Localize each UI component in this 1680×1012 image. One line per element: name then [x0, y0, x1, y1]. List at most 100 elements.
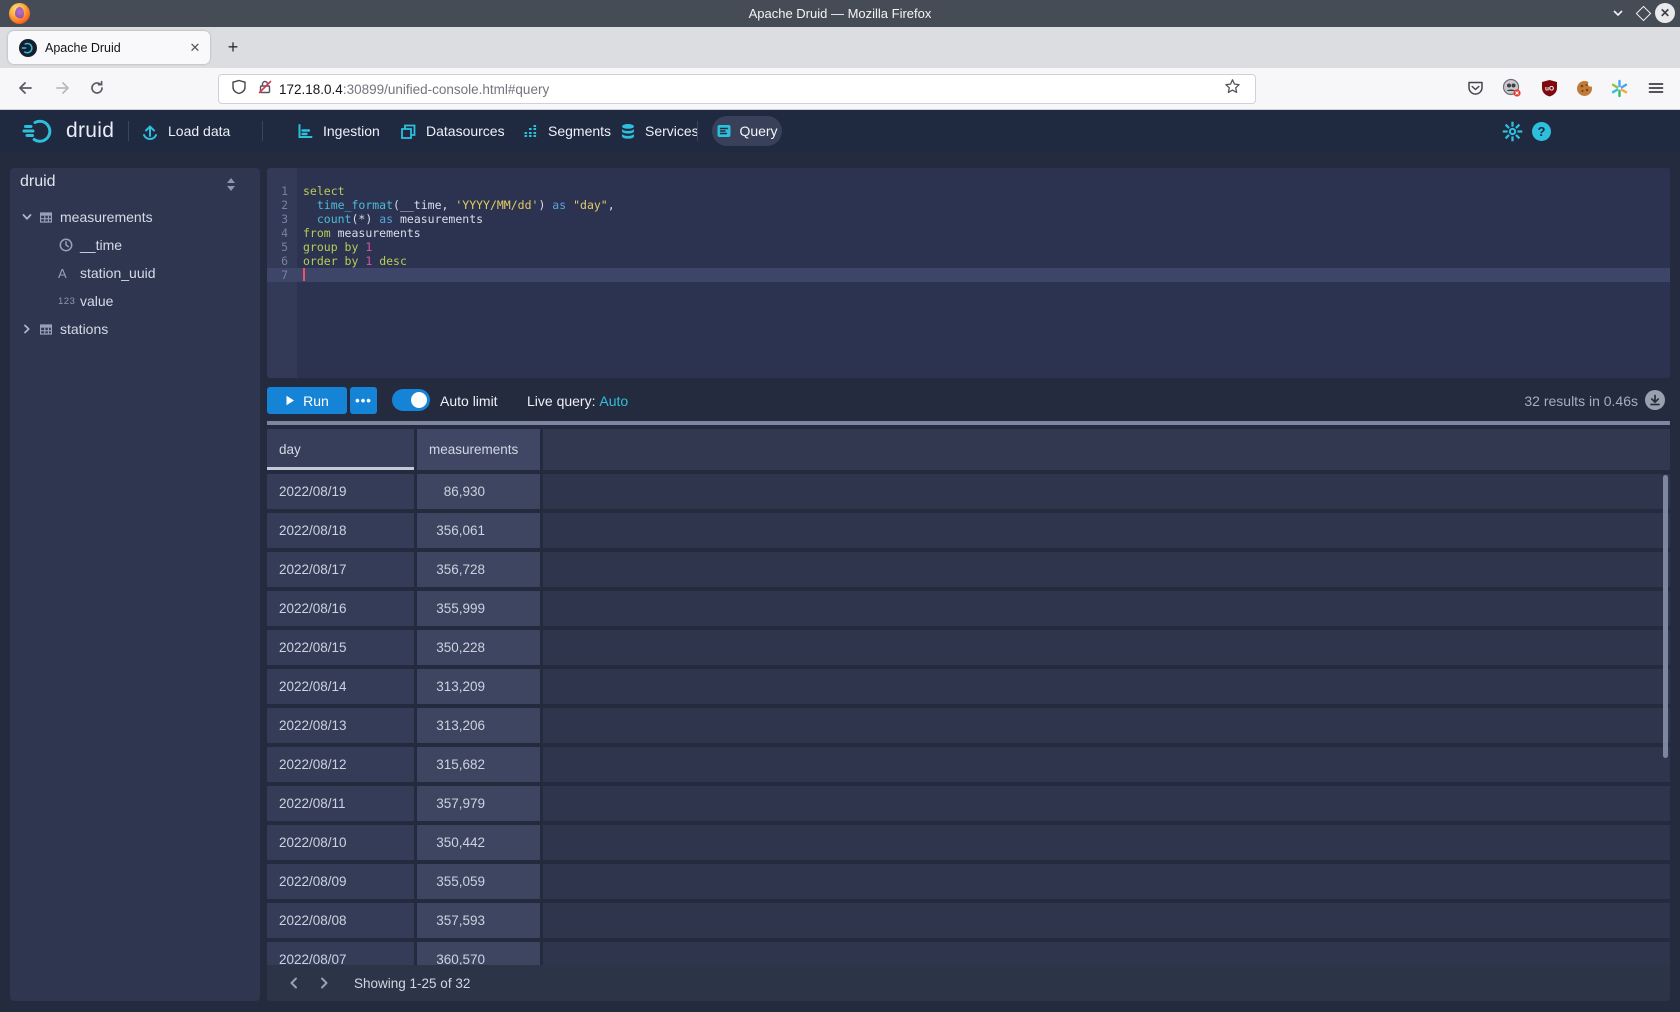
url-bar[interactable]: 172.18.0.4:30899/unified-console.html#qu…: [218, 74, 1256, 104]
bookmark-star-icon[interactable]: [1224, 78, 1241, 100]
code-area[interactable]: select time_format(__time, 'YYYY/MM/dd')…: [303, 184, 1670, 282]
table-row: 2022/08/17356,728: [267, 552, 1670, 587]
auto-limit-label: Auto limit: [440, 387, 498, 414]
table-scrollbar[interactable]: [1663, 475, 1668, 758]
druid-logo-icon[interactable]: [22, 110, 62, 152]
cell-day[interactable]: 2022/08/13: [267, 708, 414, 743]
cell-measurements[interactable]: 315,682: [417, 747, 540, 782]
schema-name[interactable]: druid: [20, 173, 56, 191]
hamburger-menu-icon[interactable]: [1645, 77, 1667, 99]
table-row: 2022/08/08357,593: [267, 903, 1670, 938]
cell-measurements[interactable]: 350,228: [417, 630, 540, 665]
sidebar-item-label: __time: [80, 237, 122, 253]
nav-datasources[interactable]: Datasources: [400, 110, 505, 152]
cell-day[interactable]: 2022/08/08: [267, 903, 414, 938]
window-minimize-button[interactable]: [1608, 3, 1628, 23]
cell-measurements[interactable]: 355,999: [417, 591, 540, 626]
live-query-label[interactable]: Live query: Auto: [527, 387, 628, 414]
nav-query-active[interactable]: Query: [712, 116, 782, 146]
cookie-icon[interactable]: [1573, 77, 1595, 99]
console-icon: [716, 123, 732, 139]
cell-day[interactable]: 2022/08/12: [267, 747, 414, 782]
cell-day[interactable]: 2022/08/17: [267, 552, 414, 587]
tracking-protection-shield-icon[interactable]: [231, 79, 247, 100]
cell-day[interactable]: 2022/08/14: [267, 669, 414, 704]
next-page-button[interactable]: [309, 968, 339, 998]
code-line[interactable]: time_format(__time, 'YYYY/MM/dd') as "da…: [303, 198, 1670, 212]
column-header-day[interactable]: day: [267, 429, 414, 470]
sidebar-item-station-uuid[interactable]: Astation_uuid: [10, 259, 260, 287]
cell-day[interactable]: 2022/08/09: [267, 864, 414, 899]
chevron-right-icon[interactable]: [20, 322, 38, 336]
previous-page-button[interactable]: [279, 968, 309, 998]
reload-button[interactable]: [86, 77, 108, 99]
pane-resize-handle[interactable]: [267, 421, 1670, 425]
table-row: 2022/08/10350,442: [267, 825, 1670, 860]
download-results-icon[interactable]: [1645, 390, 1665, 410]
code-line[interactable]: [303, 268, 1670, 282]
nav-ingestion[interactable]: Ingestion: [297, 110, 380, 152]
new-tab-button[interactable]: +: [220, 35, 246, 61]
auto-limit-toggle[interactable]: [392, 389, 430, 411]
pocket-icon[interactable]: [1464, 77, 1486, 99]
cell-measurements[interactable]: 86,930: [417, 474, 540, 509]
cell-day[interactable]: 2022/08/11: [267, 786, 414, 821]
cell-day[interactable]: 2022/08/15: [267, 630, 414, 665]
cell-measurements[interactable]: 313,206: [417, 708, 540, 743]
stacked-chart-icon: [522, 123, 539, 140]
code-line[interactable]: select: [303, 184, 1670, 198]
code-line[interactable]: from measurements: [303, 226, 1670, 240]
spark-extension-icon[interactable]: [1608, 77, 1630, 99]
cell-measurements[interactable]: 356,061: [417, 513, 540, 548]
code-line[interactable]: order by 1 desc: [303, 254, 1670, 268]
cell-measurements[interactable]: 356,728: [417, 552, 540, 587]
nav-load-data[interactable]: Load data: [141, 110, 230, 152]
druid-brand[interactable]: druid: [66, 110, 114, 152]
code-line[interactable]: group by 1: [303, 240, 1670, 254]
window-titlebar[interactable]: Apache Druid — Mozilla Firefox ✕: [0, 0, 1680, 27]
run-button[interactable]: Run: [267, 387, 347, 414]
cell-measurements[interactable]: 357,593: [417, 903, 540, 938]
sidebar-item---time[interactable]: __time: [10, 231, 260, 259]
cell-measurements[interactable]: 350,442: [417, 825, 540, 860]
cell-measurements[interactable]: 355,059: [417, 864, 540, 899]
code-line[interactable]: count(*) as measurements: [303, 212, 1670, 226]
lock-insecure-icon[interactable]: [257, 79, 273, 100]
extension-account-icon[interactable]: [1501, 77, 1523, 99]
sort-indicator: [267, 467, 414, 470]
more-options-button[interactable]: •••: [350, 387, 377, 414]
window-title: Apache Druid — Mozilla Firefox: [0, 0, 1680, 27]
cell-day[interactable]: 2022/08/18: [267, 513, 414, 548]
cell-measurements[interactable]: 313,209: [417, 669, 540, 704]
cell-day[interactable]: 2022/08/10: [267, 825, 414, 860]
schema-tree: measurements __time Astation_uuid123values…: [10, 203, 260, 343]
settings-gear-icon[interactable]: [1502, 110, 1523, 152]
browser-tab[interactable]: Apache Druid ✕: [8, 31, 210, 64]
upload-icon: [141, 122, 159, 140]
live-query-value[interactable]: Auto: [599, 393, 628, 409]
help-icon[interactable]: ?: [1532, 110, 1551, 152]
back-button[interactable]: [14, 77, 36, 99]
window-close-button[interactable]: ✕: [1655, 3, 1675, 23]
line-number: 6: [267, 254, 297, 268]
cell-measurements[interactable]: 357,979: [417, 786, 540, 821]
tab-close-icon[interactable]: ✕: [184, 37, 206, 59]
window-maximize-button[interactable]: [1633, 3, 1653, 23]
sidebar-item-stations[interactable]: stations: [10, 315, 260, 343]
nav-segments[interactable]: Segments: [522, 110, 611, 152]
sql-editor[interactable]: 1234567 select time_format(__time, 'YYYY…: [267, 168, 1670, 378]
sidebar-item-value[interactable]: 123value: [10, 287, 260, 315]
cell-day[interactable]: 2022/08/16: [267, 591, 414, 626]
browser-toolbar: 172.18.0.4:30899/unified-console.html#qu…: [0, 68, 1680, 110]
sort-double-caret-icon[interactable]: [225, 177, 237, 197]
chevron-down-icon[interactable]: [20, 210, 38, 224]
sidebar-item-measurements[interactable]: measurements: [10, 203, 260, 231]
nav-services[interactable]: Services: [620, 110, 699, 152]
ellipsis-icon: •••: [355, 396, 372, 406]
play-icon: [285, 395, 295, 406]
cell-day[interactable]: 2022/08/19: [267, 474, 414, 509]
line-numbers: 1234567: [267, 184, 297, 282]
column-header-measurements[interactable]: measurements: [417, 429, 540, 470]
forward-button[interactable]: [52, 77, 74, 99]
ublock-shield-icon[interactable]: uO: [1538, 77, 1560, 99]
